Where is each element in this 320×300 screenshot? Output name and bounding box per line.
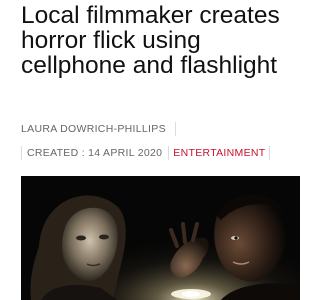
hero-image[interactable] — [21, 176, 300, 300]
created-date: CREATED : 14 APRIL 2020 — [21, 146, 170, 160]
article-headline: Local filmmaker creates horror flick usi… — [21, 2, 280, 79]
category-link[interactable]: ENTERTAINMENT — [169, 146, 271, 160]
article-byline: LAURA DOWRICH-PHILLIPS — [21, 120, 176, 138]
hero-photo — [21, 176, 300, 300]
article-meta: CREATED : 14 APRIL 2020 ENTERTAINMENT — [21, 144, 271, 162]
article-page: Local filmmaker creates horror flick usi… — [0, 0, 300, 300]
author-link[interactable]: LAURA DOWRICH-PHILLIPS — [21, 122, 176, 136]
